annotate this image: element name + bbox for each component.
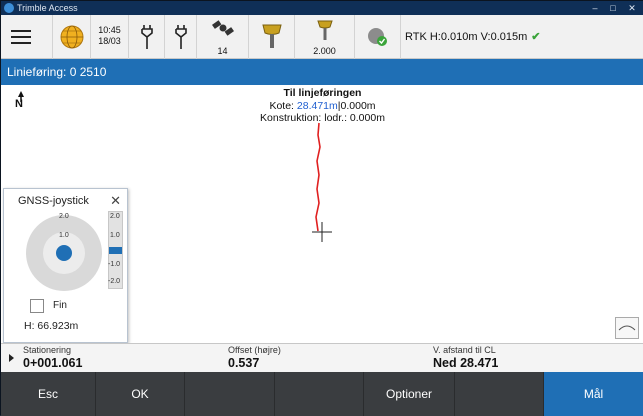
window-titlebar: Trimble Access – □ ✕ [1, 1, 643, 15]
scale-label: 2.0 [110, 213, 120, 220]
rtk-precision-text: RTK H:0.010m V:0.015m [405, 31, 528, 43]
stakeout-status-bar: Stationering 0+001.061 Offset (højre) 0.… [1, 343, 643, 372]
menu-button[interactable] [1, 15, 53, 59]
ok-button[interactable]: OK [96, 372, 185, 416]
offset-label: Offset (højre) [228, 345, 281, 355]
scale-label: 1.0 [110, 232, 120, 239]
vertical-distance-field: V. afstand til CL Ned 28.471 [433, 345, 498, 370]
receiver-button[interactable] [249, 15, 295, 59]
ring-label-inner: 1.0 [59, 232, 69, 239]
empty-softkey-2[interactable] [275, 372, 364, 416]
rtk-ok-check-icon: ✔ [531, 31, 541, 43]
power-status-button[interactable] [165, 15, 197, 59]
antenna-height-value: 2.000 [313, 46, 336, 56]
gnss-receiver-icon [262, 24, 282, 48]
satellites-button[interactable]: 14 [197, 15, 249, 59]
fin-checkbox[interactable] [30, 299, 44, 313]
softkey-bar: Esc OK Optioner Mål [1, 372, 643, 416]
connected-globe-icon [368, 28, 387, 46]
offset-value: 0.537 [228, 356, 260, 370]
vertical-distance-value: Ned 28.471 [433, 356, 499, 370]
job-globe-button[interactable] [53, 15, 91, 59]
radio-link-icon [141, 25, 153, 49]
curve-icon [618, 325, 636, 331]
height-indicator [109, 247, 122, 254]
station-field: Stationering 0+001.061 [23, 345, 82, 370]
globe-icon [60, 25, 84, 49]
vertical-distance-label: V. afstand til CL [433, 345, 496, 355]
esc-button[interactable]: Esc [1, 372, 96, 416]
antenna-height-button[interactable]: 2.000 [295, 15, 355, 59]
height-value: H: 66.923m [24, 320, 79, 332]
power-plug-icon [175, 25, 187, 49]
expand-arrow-icon[interactable] [9, 354, 14, 362]
joystick-pad[interactable] [22, 211, 106, 295]
satellite-count: 14 [217, 46, 228, 56]
minimize-icon[interactable]: – [588, 1, 602, 15]
empty-softkey-3[interactable] [455, 372, 544, 416]
scale-label: -2.0 [108, 278, 121, 285]
status-toolbar: 10:45 18/03 14 2.000 RTK H:0.010m V:0.01… [1, 15, 643, 59]
connection-button[interactable] [355, 15, 401, 59]
collapse-map-button[interactable] [615, 317, 639, 339]
maximize-icon[interactable]: □ [606, 1, 620, 15]
station-value: 0+001.061 [23, 356, 83, 370]
fin-label: Fin [53, 300, 67, 311]
satellite-icon [212, 20, 234, 36]
radio-status-button[interactable] [129, 15, 165, 59]
close-icon[interactable]: ✕ [110, 193, 121, 209]
trimble-app-icon [4, 3, 14, 13]
station-label: Stationering [23, 345, 72, 355]
scale-label: -1.0 [108, 261, 121, 268]
window-title: Trimble Access [17, 3, 78, 13]
app-window: Trimble Access – □ ✕ 10:45 18/03 14 2.00… [0, 0, 643, 416]
rtk-status[interactable]: RTK H:0.010m V:0.015m ✔ [405, 15, 541, 59]
empty-softkey-1[interactable] [185, 372, 275, 416]
datetime-display: 10:45 18/03 [91, 15, 129, 59]
antenna-icon [317, 20, 333, 40]
joystick-title: GNSS-joystick [18, 195, 89, 207]
ring-label-outer: 2.0 [59, 213, 69, 220]
close-icon[interactable]: ✕ [625, 1, 639, 15]
alignment-title: Linieføring: 0 2510 [7, 65, 107, 79]
offset-field: Offset (højre) 0.537 [228, 345, 281, 370]
date-text: 18/03 [98, 36, 121, 46]
gnss-joystick-panel: GNSS-joystick ✕ 2.0 1.0 2.0 1.0 -1.0 -2.… [3, 188, 128, 343]
options-button[interactable]: Optioner [364, 372, 455, 416]
alignment-header: Linieføring: 0 2510 [1, 59, 643, 85]
time-text: 10:45 [98, 25, 121, 35]
measure-button[interactable]: Mål [544, 372, 643, 416]
